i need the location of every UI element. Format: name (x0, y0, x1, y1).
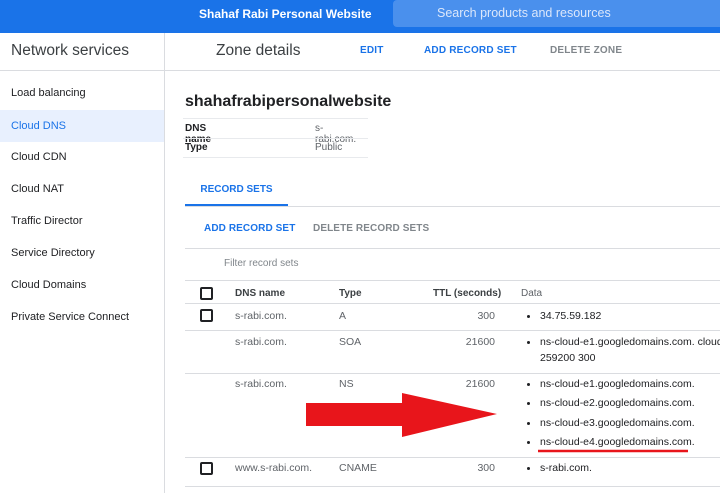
cell-data-item: ns-cloud-e1.googledomains.com. (540, 378, 695, 390)
sidebar-item-service-directory[interactable]: Service Directory (0, 237, 164, 269)
cell-data-item: 259200 300 (540, 352, 596, 364)
bullet (527, 315, 533, 321)
cell-type: CNAME (339, 462, 377, 474)
column-header-ttl[interactable]: TTL (seconds) (433, 288, 501, 299)
divider (183, 118, 368, 119)
divider (183, 157, 368, 158)
cell-data-item: s-rabi.com. (540, 462, 592, 474)
sidebar-item-cloud-cdn[interactable]: Cloud CDN (0, 141, 164, 173)
zone-name: shahafrabipersonalwebsite (185, 93, 392, 110)
add-record-set-button[interactable]: ADD RECORD SET (204, 223, 295, 234)
edit-button[interactable]: EDIT (360, 45, 384, 56)
cell-type: SOA (339, 336, 362, 348)
type-key: Type (185, 142, 208, 153)
bullet (527, 467, 533, 473)
search-input[interactable] (437, 5, 707, 21)
cell-ttl: 21600 (465, 336, 495, 348)
sidebar-item-cloud-nat[interactable]: Cloud NAT (0, 173, 164, 205)
divider (183, 138, 368, 139)
divider (185, 486, 720, 487)
filter-input[interactable]: Filter record sets (224, 258, 298, 269)
page-header: Zone details EDIT ADD RECORD SET DELETE … (165, 33, 720, 71)
bullet (527, 383, 533, 389)
bullet (527, 341, 533, 347)
delete-record-sets-button[interactable]: DELETE RECORD SETS (313, 223, 429, 234)
bullet (527, 402, 533, 408)
tab-record-sets[interactable]: RECORD SETS (185, 184, 288, 206)
cell-ttl: 300 (477, 310, 495, 322)
cell-dns-name: s-rabi.com. (235, 378, 287, 390)
column-header-dns-name[interactable]: DNS name (235, 288, 285, 299)
delete-zone-button[interactable]: DELETE ZONE (550, 45, 622, 56)
table-header-border (185, 303, 720, 304)
cell-data-item: 34.75.59.182 (540, 310, 602, 322)
cell-data-item: ns-cloud-e3.googledomains.com. (540, 417, 695, 429)
page-title: Zone details (216, 42, 301, 59)
type-value: Public (315, 142, 343, 153)
sidebar-item-private-service-connect[interactable]: Private Service Connect (0, 301, 164, 333)
row-checkbox[interactable] (200, 462, 213, 475)
divider (0, 70, 165, 71)
red-arrow-annotation (306, 393, 497, 437)
cell-ttl: 300 (477, 462, 495, 474)
select-all-checkbox[interactable] (200, 287, 213, 300)
divider (185, 373, 720, 374)
sidebar-item-traffic-director[interactable]: Traffic Director (0, 205, 164, 237)
divider (185, 206, 720, 207)
column-header-data: Data (521, 288, 543, 299)
search-box[interactable] (393, 0, 720, 27)
column-header-type[interactable]: Type (339, 288, 362, 299)
sidebar-item-load-balancing[interactable]: Load balancing (0, 77, 164, 109)
cell-dns-name: s-rabi.com. (235, 310, 287, 322)
cell-data-item: ns-cloud-e1.googledomains.com. cloud (540, 336, 720, 348)
cell-data-item: ns-cloud-e2.googledomains.com. (540, 397, 695, 409)
cell-data-item: ns-cloud-e4.googledomains.com. (540, 436, 695, 448)
sidebar: Network services Load balancing Cloud DN… (0, 33, 165, 493)
project-selector[interactable]: Shahaf Rabi Personal Website (199, 7, 372, 21)
cell-dns-name: www.s-rabi.com. (235, 462, 313, 474)
bullet (527, 422, 533, 428)
divider (185, 457, 720, 458)
sidebar-item-cloud-dns[interactable]: Cloud DNS (0, 110, 164, 142)
cell-type: A (339, 310, 347, 322)
divider (185, 248, 720, 249)
sidebar-item-cloud-domains[interactable]: Cloud Domains (0, 269, 164, 301)
cell-type: NS (339, 378, 354, 390)
divider (185, 330, 720, 331)
cell-ttl: 21600 (465, 378, 495, 390)
top-bar: Shahaf Rabi Personal Website (0, 0, 720, 33)
add-record-set-header-button[interactable]: ADD RECORD SET (424, 45, 517, 56)
bullet (527, 441, 533, 447)
cell-dns-name: s-rabi.com. (235, 336, 287, 348)
row-checkbox[interactable] (200, 309, 213, 322)
sidebar-title: Network services (11, 42, 129, 59)
table-top-border (185, 280, 720, 281)
